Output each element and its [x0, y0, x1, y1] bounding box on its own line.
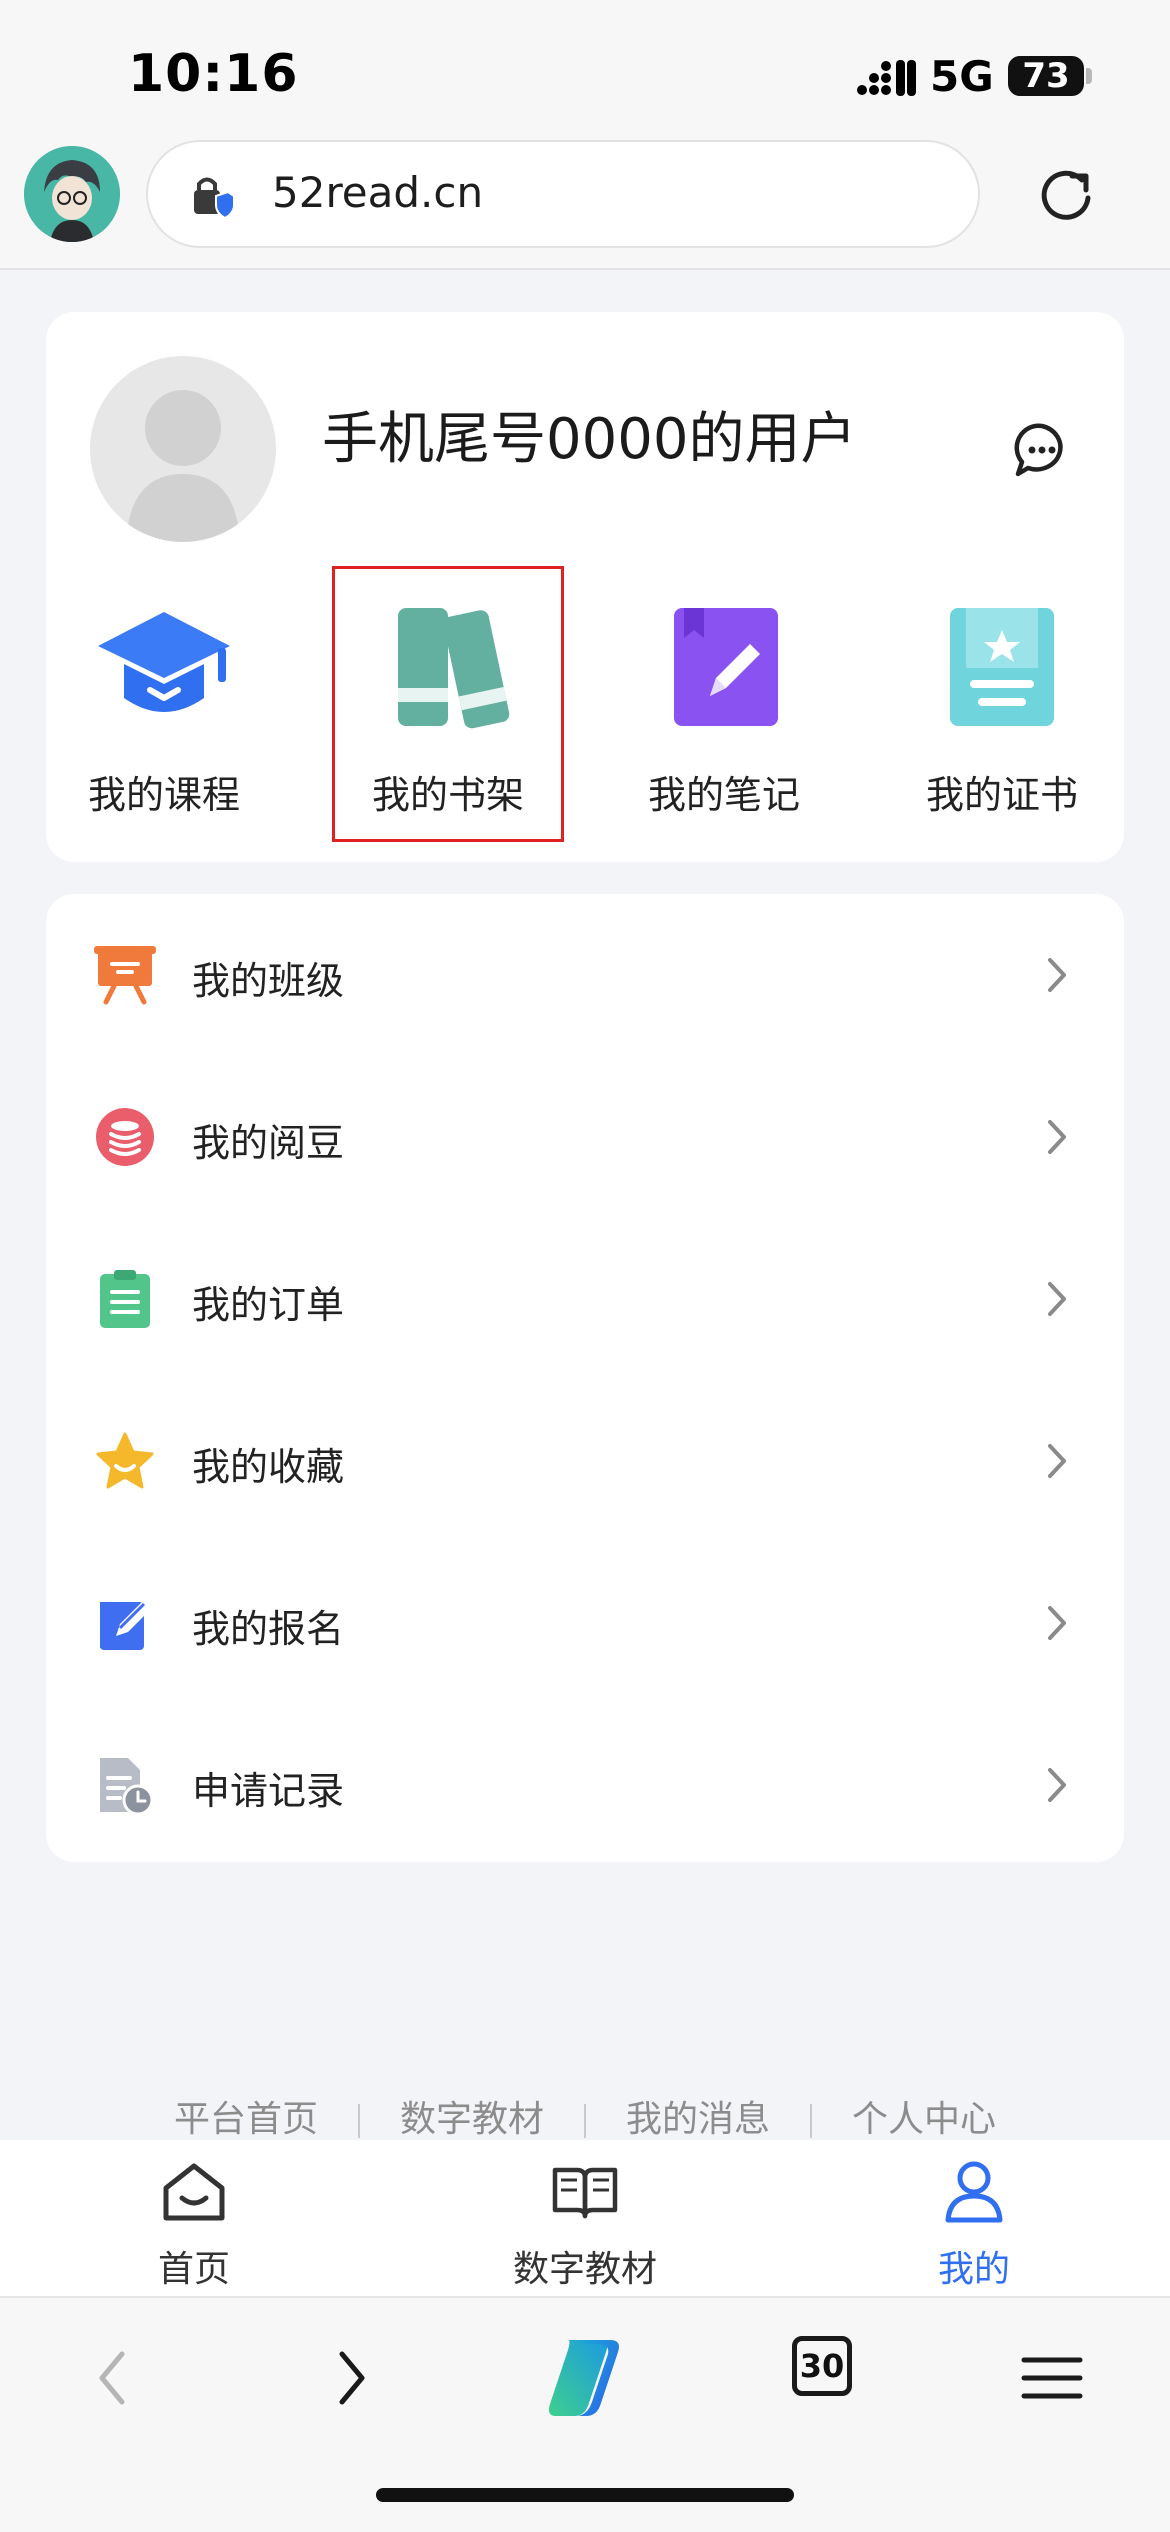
document-clock-icon — [100, 1758, 154, 1816]
chevron-right-icon — [1048, 1768, 1066, 1802]
profile-card: 手机尾号0000的用户 我的课程 我的书架 我的笔记 我的证书 — [46, 312, 1124, 862]
nav-label: 数字教材 — [512, 2249, 657, 2290]
footer-link-user-center[interactable]: 个人中心 — [852, 2099, 996, 2140]
menu-item-beans[interactable]: 我的阅豆 — [46, 1056, 1124, 1218]
footer-link-textbooks[interactable]: 数字教材 — [400, 2099, 544, 2140]
user-avatar[interactable] — [90, 356, 276, 542]
divider — [810, 2104, 813, 2138]
home-indicator — [376, 2488, 794, 2502]
quick-action-label: 我的笔记 — [647, 773, 800, 817]
menu-item-favorites[interactable]: 我的收藏 — [46, 1380, 1124, 1542]
quick-action-courses[interactable]: 我的课程 — [54, 602, 274, 819]
site-bottom-nav: 首页 数字教材 我的 — [0, 2140, 1170, 2298]
menu-item-orders[interactable]: 我的订单 — [46, 1218, 1124, 1380]
quick-action-label: 我的课程 — [87, 773, 240, 817]
menu-item-label: 我的阅豆 — [192, 1121, 345, 1165]
divider — [584, 2104, 586, 2138]
clipboard-list-icon — [100, 1270, 150, 1328]
footer-link-home[interactable]: 平台首页 — [174, 2099, 318, 2140]
chevron-right-icon — [1048, 958, 1066, 992]
forward-icon[interactable] — [310, 2338, 390, 2418]
footer-link-messages[interactable]: 我的消息 — [626, 2099, 770, 2140]
footer-links: 平台首页 数字教材 我的消息 个人中心 — [0, 2090, 1170, 2142]
nav-digital-textbooks[interactable]: 数字教材 — [455, 2158, 715, 2292]
open-book-icon — [552, 2167, 618, 2219]
copilot-icon[interactable] — [538, 2330, 632, 2424]
home-icon — [163, 2163, 225, 2221]
edit-form-icon — [100, 1602, 150, 1650]
reload-icon[interactable] — [1036, 164, 1096, 224]
battery-icon: 73 — [1008, 56, 1084, 96]
menu-item-label: 我的订单 — [192, 1283, 345, 1327]
quick-action-notes[interactable]: 我的笔记 — [614, 602, 834, 819]
class-board-icon — [94, 946, 156, 1005]
nav-label: 首页 — [157, 2249, 230, 2290]
menu-item-applications[interactable]: 申请记录 — [46, 1704, 1124, 1866]
menu-item-label: 我的班级 — [192, 959, 345, 1003]
status-time: 10:16 — [128, 44, 299, 104]
cartoon-avatar-icon — [24, 146, 120, 242]
username: 手机尾号0000的用户 — [322, 407, 857, 472]
site-security-icon — [194, 177, 235, 220]
person-icon — [945, 2161, 1003, 2223]
browser-profile-avatar[interactable] — [24, 146, 120, 242]
cellular-signal-icon — [857, 60, 916, 96]
menu-card: 我的班级 我的阅豆 我的订单 我的收藏 我的报名 申请记录 — [46, 894, 1124, 1862]
default-user-icon — [126, 390, 240, 542]
divider — [357, 2104, 360, 2138]
chevron-right-icon — [1048, 1444, 1066, 1478]
star-icon — [96, 1432, 154, 1489]
menu-item-label: 我的收藏 — [192, 1445, 345, 1489]
chevron-right-icon — [1048, 1120, 1066, 1154]
coin-stack-icon — [96, 1108, 154, 1166]
tab-count-button[interactable]: 30 — [792, 2336, 852, 2396]
tab-count: 30 — [799, 2347, 845, 2385]
certificate-icon — [950, 608, 1054, 726]
battery-tip — [1086, 68, 1092, 84]
menu-item-label: 申请记录 — [192, 1769, 345, 1813]
url-text: 52read.cn — [272, 168, 484, 217]
highlight-box — [332, 566, 564, 842]
nav-home[interactable]: 首页 — [64, 2158, 324, 2292]
chevron-right-icon — [1048, 1606, 1066, 1640]
menu-item-class[interactable]: 我的班级 — [46, 894, 1124, 1056]
menu-item-registration[interactable]: 我的报名 — [46, 1542, 1124, 1704]
menu-icon[interactable] — [1012, 2338, 1092, 2418]
quick-action-certificates[interactable]: 我的证书 — [892, 602, 1112, 819]
notebook-pen-icon — [674, 608, 778, 726]
battery-level: 73 — [1022, 56, 1070, 96]
chevron-right-icon — [1048, 1282, 1066, 1316]
network-type: 5G — [930, 52, 994, 101]
browser-top-bar: 10:16 5G 73 52read.cn — [0, 0, 1170, 270]
quick-action-label: 我的证书 — [925, 773, 1078, 817]
graduation-cap-icon — [98, 612, 230, 712]
back-icon[interactable] — [74, 2338, 154, 2418]
nav-me[interactable]: 我的 — [844, 2158, 1104, 2292]
message-icon[interactable] — [1012, 420, 1072, 480]
address-bar[interactable]: 52read.cn — [146, 140, 980, 248]
menu-item-label: 我的报名 — [192, 1607, 345, 1651]
nav-label: 我的 — [937, 2249, 1010, 2290]
